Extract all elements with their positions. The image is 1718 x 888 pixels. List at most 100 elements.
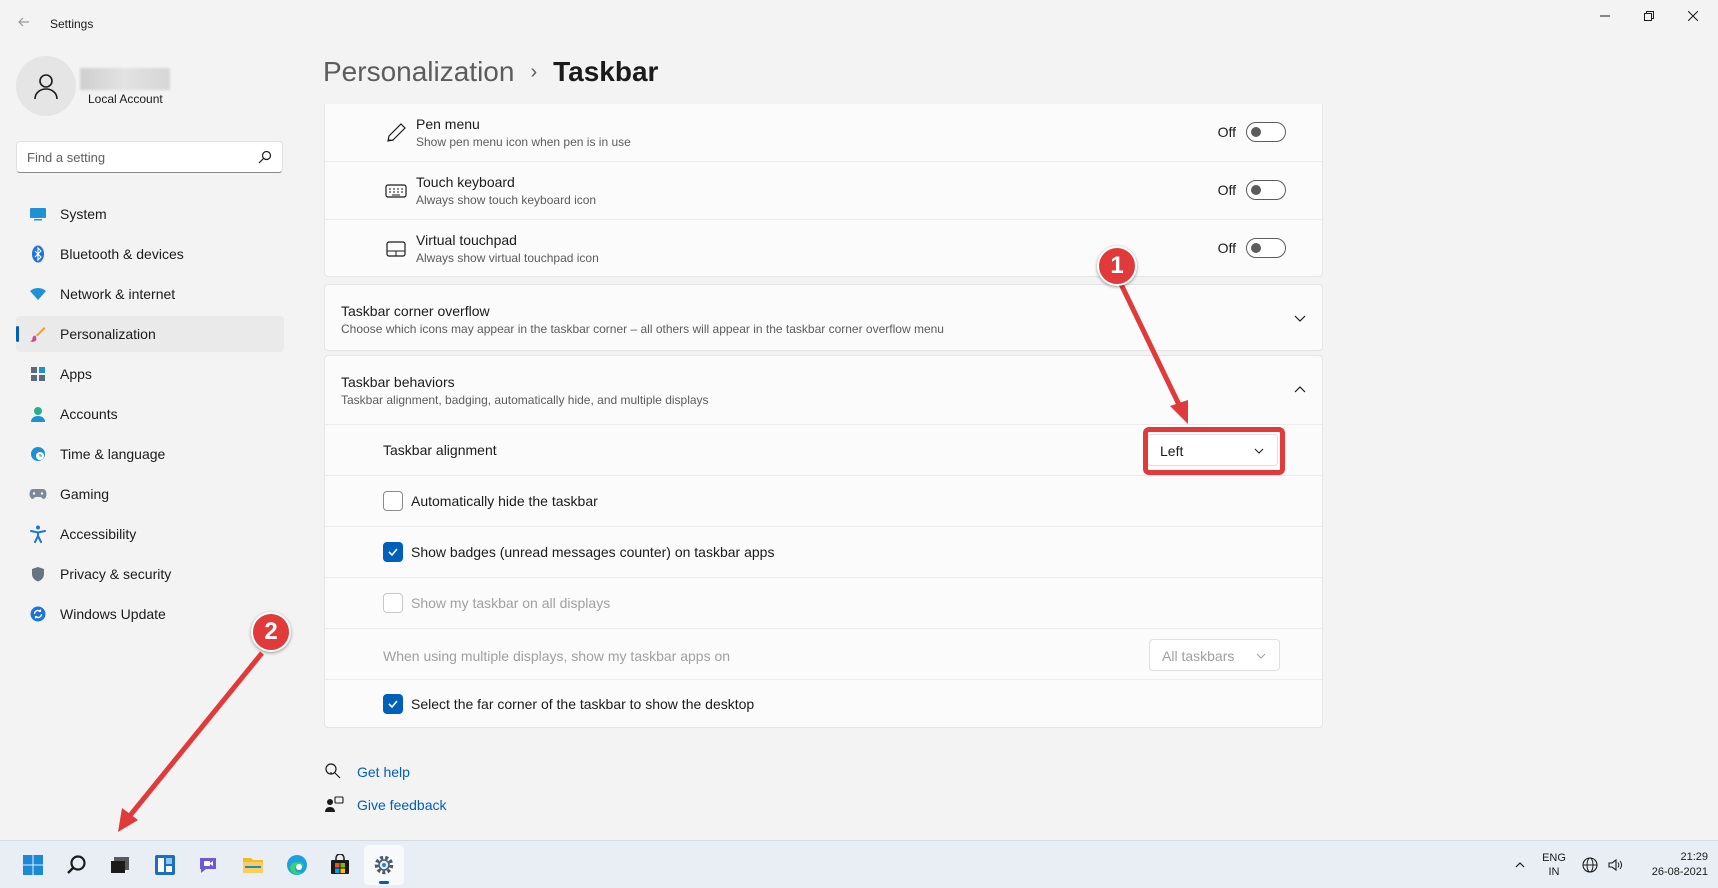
give-feedback-link[interactable]: Give feedback xyxy=(324,795,447,815)
sidebar-item-accessibility[interactable]: Accessibility xyxy=(16,516,284,552)
minimize-button[interactable] xyxy=(1582,0,1628,32)
close-button[interactable] xyxy=(1670,0,1716,32)
clock[interactable]: 21:29 26-08-2021 xyxy=(1636,841,1708,888)
sidebar-item-system[interactable]: System xyxy=(16,196,284,232)
brush-icon xyxy=(28,324,48,344)
row-title: Touch keyboard xyxy=(416,174,515,190)
breadcrumb-parent[interactable]: Personalization xyxy=(323,56,514,88)
speaker-icon xyxy=(1608,858,1622,872)
maximize-button[interactable] xyxy=(1626,0,1672,32)
get-help-label: Get help xyxy=(357,764,410,780)
annotation-badge-1: 1 xyxy=(1097,246,1137,286)
taskbar-alignment-label: Taskbar alignment xyxy=(383,442,497,458)
badges-label[interactable]: Show badges (unread messages counter) on… xyxy=(411,544,774,560)
sidebar-item-label: Personalization xyxy=(60,326,156,342)
expander-description: Taskbar alignment, badging, automaticall… xyxy=(341,393,709,407)
clock-date: 26-08-2021 xyxy=(1651,866,1708,878)
auto-hide-row: Automatically hide the taskbar xyxy=(325,475,1322,526)
sidebar-item-privacy[interactable]: Privacy & security xyxy=(16,556,284,592)
avatar[interactable] xyxy=(16,56,76,116)
sidebar-item-label: Time & language xyxy=(60,446,166,462)
sidebar-item-time-language[interactable]: Time & language xyxy=(16,436,284,472)
globe-icon xyxy=(1582,857,1598,873)
give-feedback-label: Give feedback xyxy=(357,797,447,813)
sidebar-item-label: Accounts xyxy=(60,406,118,422)
store-icon xyxy=(331,854,349,874)
settings-icon xyxy=(374,855,394,875)
badges-row: Show badges (unread messages counter) on… xyxy=(325,526,1322,577)
region-code: IN xyxy=(1548,866,1560,878)
accessibility-icon xyxy=(28,524,48,544)
annotation-badge-2: 2 xyxy=(251,612,291,652)
volume-tray-button[interactable] xyxy=(1604,841,1628,888)
touch-keyboard-toggle[interactable] xyxy=(1246,180,1286,200)
expander-title: Taskbar behaviors xyxy=(341,374,455,390)
far-corner-checkbox[interactable] xyxy=(383,694,403,714)
show-hidden-icons-button[interactable] xyxy=(1508,841,1532,888)
badges-checkbox[interactable] xyxy=(383,542,403,562)
get-help-link[interactable]: Get help xyxy=(324,762,410,782)
pen-icon xyxy=(387,123,406,142)
behaviors-header[interactable]: Taskbar behaviors Taskbar alignment, bad… xyxy=(325,356,1322,424)
system-icon xyxy=(28,204,48,224)
row-title: Virtual touchpad xyxy=(416,232,517,248)
touchpad-icon xyxy=(386,241,406,257)
feedback-icon xyxy=(325,796,344,812)
search-input[interactable] xyxy=(17,142,237,172)
title-bar: Settings xyxy=(0,0,1718,48)
pen-menu-toggle[interactable] xyxy=(1246,122,1286,142)
multi-display-row: When using multiple displays, show my ta… xyxy=(325,628,1322,679)
expander-title: Taskbar corner overflow xyxy=(341,303,490,319)
sidebar-item-label: Privacy & security xyxy=(60,566,172,582)
sidebar-item-accounts[interactable]: Accounts xyxy=(16,396,284,432)
apps-icon xyxy=(28,364,48,384)
file-explorer-button[interactable] xyxy=(233,845,273,885)
chevron-up-icon xyxy=(1515,862,1525,868)
chevron-down-icon xyxy=(1256,653,1266,659)
sidebar-item-label: Accessibility xyxy=(60,526,137,542)
all-displays-checkbox xyxy=(383,593,403,613)
sidebar-item-windows-update[interactable]: Windows Update xyxy=(16,596,284,632)
widgets-button[interactable] xyxy=(145,845,185,885)
toggle-state-label: Off xyxy=(1217,124,1236,140)
setting-row-touch-keyboard: Touch keyboard Always show touch keyboar… xyxy=(325,162,1322,220)
back-button[interactable] xyxy=(12,12,36,36)
auto-hide-label[interactable]: Automatically hide the taskbar xyxy=(411,493,598,509)
task-view-button[interactable] xyxy=(100,845,140,885)
input-language-indicator[interactable]: ENG IN xyxy=(1538,841,1570,888)
chevron-up-icon[interactable] xyxy=(1292,382,1308,398)
sidebar-item-network[interactable]: Network & internet xyxy=(16,276,284,312)
all-displays-row: Show my taskbar on all displays xyxy=(325,577,1322,628)
update-icon xyxy=(28,604,48,624)
sidebar-item-apps[interactable]: Apps xyxy=(16,356,284,392)
setting-row-virtual-touchpad: Virtual touchpad Always show virtual tou… xyxy=(325,220,1322,278)
gamepad-icon xyxy=(28,484,48,504)
multi-display-label: When using multiple displays, show my ta… xyxy=(383,648,731,664)
user-icon xyxy=(34,74,58,100)
auto-hide-checkbox[interactable] xyxy=(383,491,403,511)
toggle-knob xyxy=(1251,185,1261,195)
taskbar-corner-overflow-card[interactable]: Taskbar corner overflow Choose which ico… xyxy=(324,284,1323,351)
store-button[interactable] xyxy=(320,845,360,885)
edge-button[interactable] xyxy=(277,845,317,885)
virtual-touchpad-toggle[interactable] xyxy=(1246,238,1286,258)
minimize-icon xyxy=(1600,15,1610,17)
sidebar-item-bluetooth[interactable]: Bluetooth & devices xyxy=(16,236,284,272)
account-type: Local Account xyxy=(88,92,163,106)
row-title: Pen menu xyxy=(416,116,480,132)
search-icon[interactable] xyxy=(258,150,272,164)
far-corner-label[interactable]: Select the far corner of the taskbar to … xyxy=(411,696,754,712)
start-button[interactable] xyxy=(13,845,53,885)
settings-taskbar-button[interactable] xyxy=(364,845,404,885)
shield-icon xyxy=(28,564,48,584)
taskbar-search-button[interactable] xyxy=(57,845,97,885)
network-tray-button[interactable] xyxy=(1578,841,1602,888)
username-redacted xyxy=(80,68,170,90)
page-title: Taskbar xyxy=(553,56,659,87)
row-description: Always show touch keyboard icon xyxy=(416,193,597,207)
sidebar-item-gaming[interactable]: Gaming xyxy=(16,476,284,512)
sidebar-item-personalization[interactable]: Personalization xyxy=(16,316,284,352)
start-icon xyxy=(23,855,43,875)
chat-button[interactable] xyxy=(188,845,228,885)
chevron-down-icon[interactable] xyxy=(1292,310,1308,326)
